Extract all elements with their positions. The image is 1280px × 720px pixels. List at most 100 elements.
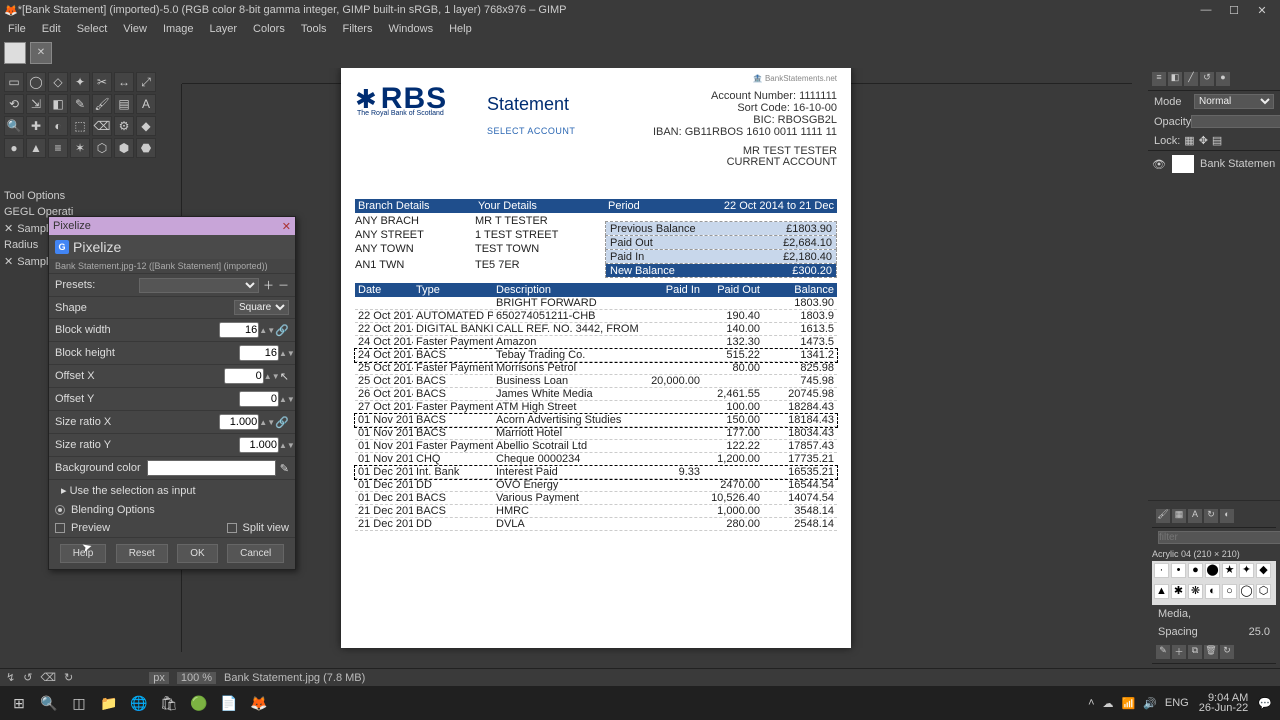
tool-21[interactable]: ●	[4, 138, 24, 158]
brush-5[interactable]: ✦	[1239, 563, 1254, 578]
opacity-input[interactable]	[1191, 115, 1280, 128]
menu-tools[interactable]: Tools	[293, 21, 335, 37]
minimize-button[interactable]: —	[1192, 4, 1220, 17]
visibility-icon[interactable]: 👁	[1152, 158, 1166, 171]
menu-layer[interactable]: Layer	[202, 21, 246, 37]
tool-10[interactable]: ✎	[70, 94, 90, 114]
layer-row[interactable]: 👁 Bank Statemen	[1148, 150, 1280, 177]
edge-icon[interactable]: 🌐	[124, 690, 154, 716]
tray-notif-icon[interactable]: 💬	[1258, 697, 1272, 710]
brush-7[interactable]: ▲	[1154, 584, 1169, 599]
split-view-checkbox[interactable]	[227, 523, 237, 533]
reset-button[interactable]: Reset	[116, 544, 168, 563]
tool-13[interactable]: A	[136, 94, 156, 114]
undo-icon[interactable]: ↺	[1200, 72, 1214, 86]
fonts-icon[interactable]: A	[1188, 509, 1202, 523]
tray-up-icon[interactable]: ˄	[1088, 697, 1094, 709]
close-tab-icon[interactable]: ✕	[30, 42, 52, 64]
menu-view[interactable]: View	[115, 21, 155, 37]
tray-clock[interactable]: 9:04 AM 26-Jun-22	[1199, 693, 1249, 713]
brush-11[interactable]: ○	[1222, 584, 1237, 599]
tool-8[interactable]: ⇲	[26, 94, 46, 114]
tool-15[interactable]: ✚	[26, 116, 46, 136]
paint-icon[interactable]: ◐	[1220, 509, 1234, 523]
brush-8[interactable]: ✱	[1171, 584, 1186, 599]
color-picker-icon[interactable]: ✎	[280, 462, 289, 475]
edit-brush-icon[interactable]: ✎	[1156, 645, 1170, 659]
del-brush-icon[interactable]: 🗑	[1204, 645, 1218, 659]
patterns-icon[interactable]: ▦	[1172, 509, 1186, 523]
tray-wifi-icon[interactable]: 📶	[1122, 697, 1136, 710]
unit-select[interactable]: px	[149, 672, 169, 684]
brushes-icon[interactable]: 🖌	[1156, 509, 1170, 523]
link-icon[interactable]: 🔗	[275, 324, 289, 337]
brush-13[interactable]: ⬡	[1256, 584, 1271, 599]
size-ratio-x-input[interactable]	[219, 414, 259, 430]
size-ratio-y-input[interactable]	[239, 437, 279, 453]
channels-icon[interactable]: ◧	[1168, 72, 1182, 86]
brush-6[interactable]: ◆	[1256, 563, 1271, 578]
new-brush-icon[interactable]: ＋	[1172, 645, 1186, 659]
menu-select[interactable]: Select	[69, 21, 116, 37]
link-icon-2[interactable]: 🔗	[275, 416, 289, 429]
tool-17[interactable]: ⬚	[70, 116, 90, 136]
brush-filter[interactable]	[1158, 531, 1280, 544]
tool-7[interactable]: ⟲	[4, 94, 24, 114]
menu-help[interactable]: Help	[441, 21, 480, 37]
tool-6[interactable]: ⤢	[136, 72, 156, 92]
tool-16[interactable]: ◐	[48, 116, 68, 136]
preview-checkbox[interactable]	[55, 523, 65, 533]
chrome-icon[interactable]: 🟢	[184, 690, 214, 716]
menu-filters[interactable]: Filters	[335, 21, 381, 37]
image-canvas[interactable]: BankStatements.net ✱RBS The Royal Bank o…	[341, 68, 851, 648]
tool-5[interactable]: ↔	[114, 72, 134, 92]
store-icon[interactable]: 🛍	[154, 690, 184, 716]
gimp-taskbar-icon[interactable]: 🦊	[244, 690, 274, 716]
offset-x-input[interactable]	[224, 368, 264, 384]
zoom-select[interactable]: 100 %	[177, 672, 216, 684]
tool-2[interactable]: ◇	[48, 72, 68, 92]
tool-20[interactable]: ◆	[136, 116, 156, 136]
pointer-icon[interactable]: ↖	[280, 370, 289, 383]
menu-windows[interactable]: Windows	[380, 21, 441, 37]
tool-18[interactable]: ⌫	[92, 116, 112, 136]
add-preset-icon[interactable]: ＋	[263, 277, 274, 293]
canvas-area[interactable]: BankStatements.net ✱RBS The Royal Bank o…	[166, 68, 1148, 668]
tool-4[interactable]: ✂	[92, 72, 112, 92]
brush-4[interactable]: ★	[1222, 563, 1237, 578]
tool-19[interactable]: ⚙	[114, 116, 134, 136]
close-button[interactable]: ✕	[1248, 4, 1276, 17]
brush-2[interactable]: ●	[1188, 563, 1203, 578]
shape-select[interactable]: Square	[234, 300, 289, 315]
layers-icon[interactable]: ≡	[1152, 72, 1166, 86]
brush-icon[interactable]: ●	[1216, 72, 1230, 86]
lock-pixel-icon[interactable]: ▦	[1184, 134, 1194, 147]
offset-y-input[interactable]	[239, 391, 279, 407]
dialog-close-icon[interactable]: ✕	[282, 220, 291, 233]
brush-9[interactable]: ❋	[1188, 584, 1203, 599]
search-icon[interactable]: 🔍	[34, 690, 64, 716]
menu-edit[interactable]: Edit	[34, 21, 69, 37]
mode-select[interactable]: Normal	[1194, 94, 1274, 109]
dup-brush-icon[interactable]: ⧉	[1188, 645, 1202, 659]
tray-cloud-icon[interactable]: ☁	[1103, 697, 1114, 710]
presets-select[interactable]	[139, 278, 259, 293]
delete-status-icon[interactable]: ⌫	[40, 671, 56, 684]
maximize-button[interactable]: ☐	[1220, 4, 1248, 17]
tool-24[interactable]: ✶	[70, 138, 90, 158]
brush-12[interactable]: ◯	[1239, 584, 1254, 599]
history-icon[interactable]: ↻	[1204, 509, 1218, 523]
refresh-brush-icon[interactable]: ↻	[1220, 645, 1234, 659]
tray-volume-icon[interactable]: 🔊	[1143, 697, 1157, 710]
brush-0[interactable]: ·	[1154, 563, 1169, 578]
tool-14[interactable]: 🔍	[4, 116, 24, 136]
block-height-input[interactable]	[239, 345, 279, 361]
del-preset-icon[interactable]: －	[278, 277, 289, 293]
tray-lang[interactable]: ENG	[1165, 697, 1189, 709]
tool-27[interactable]: ⬣	[136, 138, 156, 158]
menu-file[interactable]: File	[0, 21, 34, 37]
blending-radio[interactable]	[55, 505, 65, 515]
brush-10[interactable]: ◐	[1205, 584, 1220, 599]
ok-button[interactable]: OK	[177, 544, 217, 563]
tool-26[interactable]: ⬢	[114, 138, 134, 158]
